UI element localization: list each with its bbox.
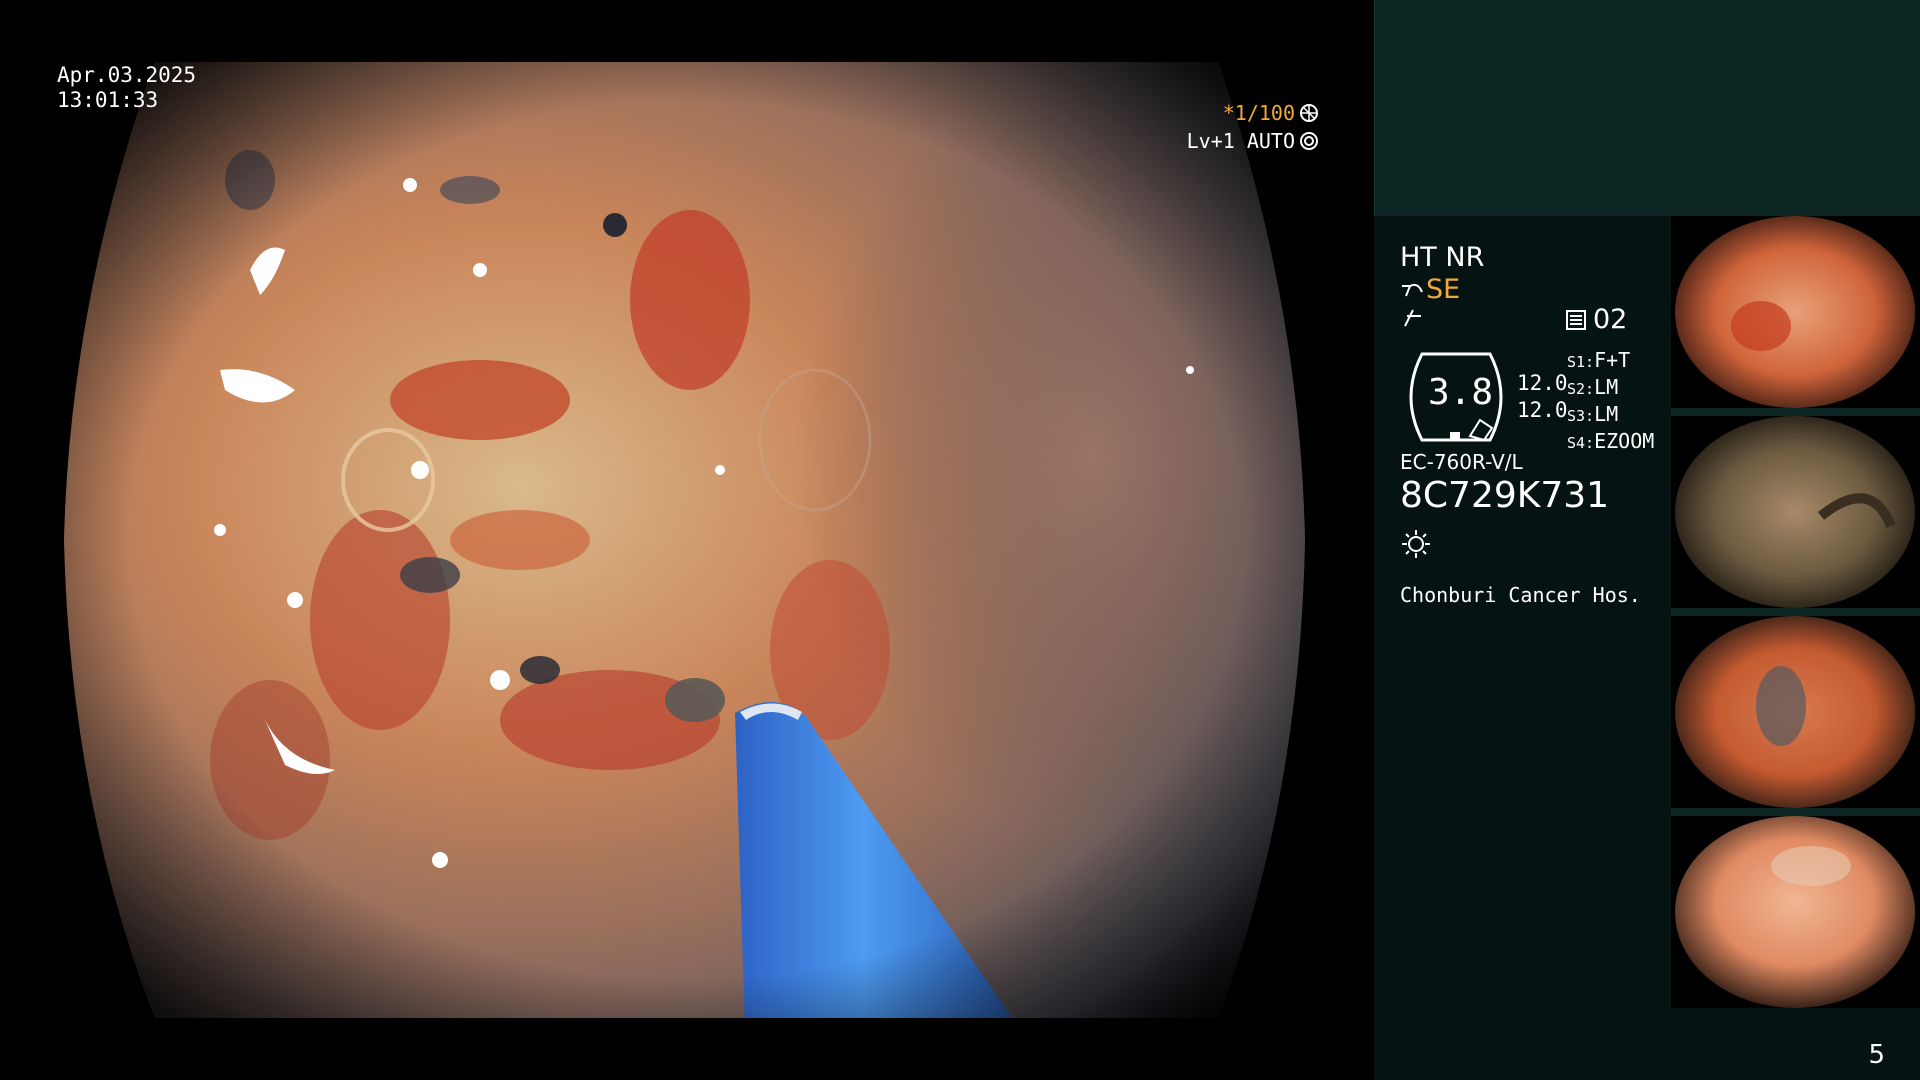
scope-model: EC-760R-V/L bbox=[1400, 450, 1523, 474]
shutter-speed: *1/100 bbox=[1222, 101, 1295, 125]
switch-row: S1:F+T bbox=[1567, 348, 1631, 372]
page-number: 5 bbox=[1868, 1040, 1885, 1070]
date: Apr.03.2025 bbox=[57, 63, 197, 87]
endoscope-image bbox=[64, 62, 1305, 1018]
thumbnail-separator bbox=[1671, 408, 1920, 416]
iris-icon bbox=[1300, 132, 1318, 150]
switch-row: S4:EZOOM bbox=[1567, 429, 1655, 453]
exposure-info: *1/100 Lv+1 AUTO bbox=[1187, 99, 1319, 155]
datetime: Apr.03.2025 13:01:33 bbox=[57, 63, 196, 113]
scope-switches: S1:F+T S2:LM S3:LM S4:EZOOM bbox=[1567, 348, 1654, 456]
enhance-icon bbox=[1402, 283, 1423, 296]
thumbnail[interactable] bbox=[1671, 216, 1920, 408]
scale-2: 12.0 bbox=[1517, 398, 1568, 422]
thumbnail[interactable] bbox=[1671, 616, 1920, 808]
structure-enhancement: SE bbox=[1400, 274, 1460, 305]
memory-number: 02 bbox=[1593, 304, 1628, 335]
light-icon bbox=[1402, 530, 1430, 558]
time: 13:01:33 bbox=[57, 88, 159, 112]
memory-icon bbox=[1566, 309, 1586, 330]
switch-row: S2:LM bbox=[1567, 375, 1619, 399]
filter-icon bbox=[1401, 306, 1425, 337]
thumbnail[interactable] bbox=[1671, 816, 1920, 1008]
switch-row: S3:LM bbox=[1567, 402, 1619, 426]
hospital-name: Chonburi Cancer Hos. bbox=[1400, 583, 1641, 607]
serial-number: 8C729K731 bbox=[1400, 475, 1610, 516]
thumbnail-separator bbox=[1671, 608, 1920, 616]
thumbnail[interactable] bbox=[1671, 416, 1920, 608]
shutter-icon bbox=[1300, 104, 1318, 122]
image-mode: HT NR bbox=[1400, 242, 1485, 273]
magnification-value: 3.8 bbox=[1428, 372, 1494, 413]
scale-values: 12.0 12.0 bbox=[1517, 370, 1568, 424]
endoscope-view: Apr.03.2025 13:01:33 *1/100 Lv+1 AUTO bbox=[0, 0, 1374, 1080]
thumbnail-separator bbox=[1671, 808, 1920, 816]
memory-slot: 02 bbox=[1565, 304, 1627, 335]
panel-header-area bbox=[1374, 0, 1920, 216]
scale-1: 12.0 bbox=[1517, 371, 1568, 395]
se-label: SE bbox=[1426, 274, 1461, 305]
iris-mode: Lv+1 AUTO bbox=[1186, 129, 1295, 153]
